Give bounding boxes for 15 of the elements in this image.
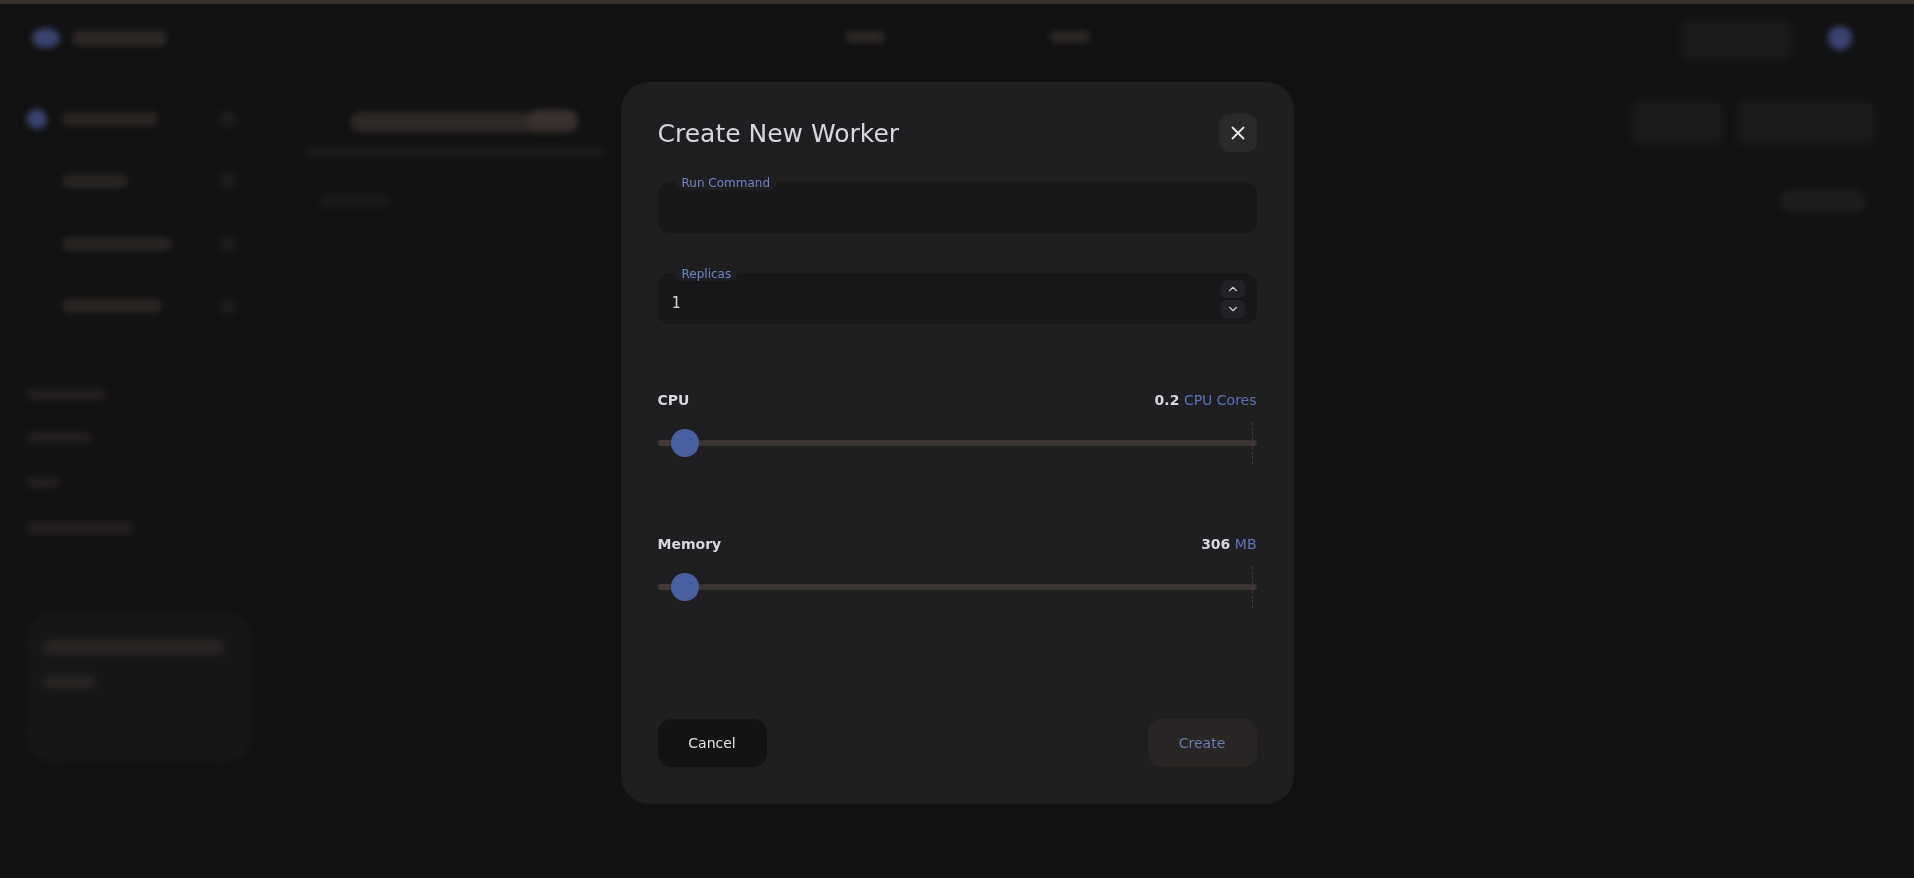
slider-thumb[interactable] (671, 573, 700, 601)
slider-thumb[interactable] (671, 429, 700, 457)
close-button[interactable] (1218, 114, 1257, 152)
slider-track[interactable] (657, 422, 1257, 464)
field-label: Run Command (675, 176, 776, 190)
slider-reading: 0.2 CPU Cores (1154, 392, 1257, 408)
slider-reading: 306 MB (1201, 536, 1257, 552)
cancel-button[interactable]: Cancel (657, 719, 767, 767)
increment-button[interactable] (1220, 280, 1245, 298)
slider-label: Memory (657, 536, 722, 552)
slider-label: CPU (657, 392, 690, 408)
slider-track[interactable] (657, 566, 1257, 608)
field-label: Replicas (675, 267, 738, 281)
dialog-title: Create New Worker (657, 118, 900, 148)
decrement-button[interactable] (1220, 300, 1245, 318)
